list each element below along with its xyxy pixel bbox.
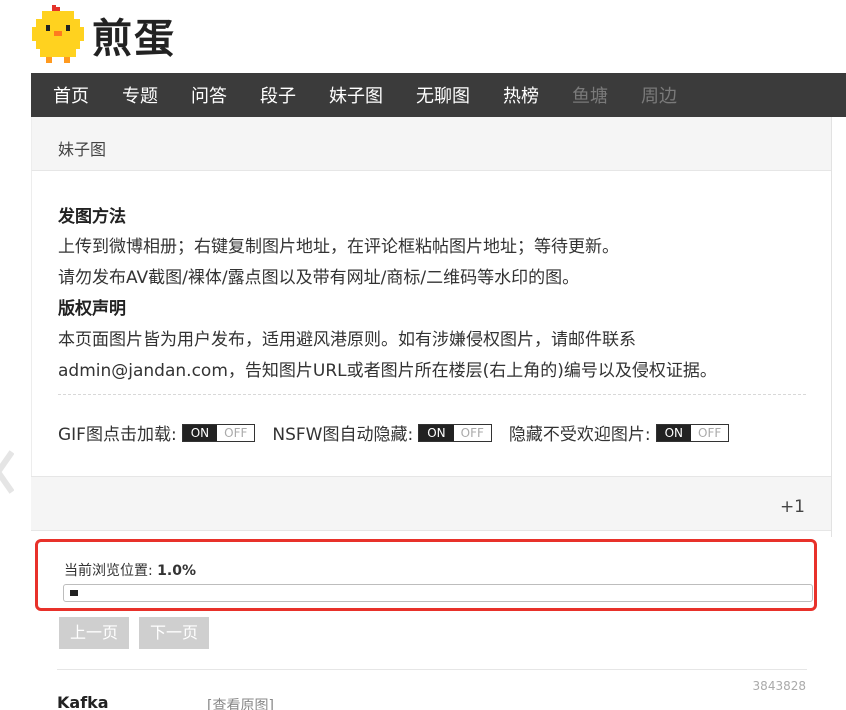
display-options: GIF图点击加载: ON OFF NSFW图自动隐藏: ON OFF 隐藏不受欢… (58, 420, 746, 445)
copyright-title: 版权声明 (58, 299, 126, 319)
main-nav: 首页 专题 问答 段子 妹子图 无聊图 热榜 鱼塘 周边 (31, 73, 846, 117)
post-divider (57, 669, 807, 670)
nsfw-toggle[interactable]: ON OFF (418, 423, 492, 442)
post-method-line2: 请勿发布AV截图/裸体/露点图以及带有网址/商标/二维码等水印的图。 (58, 268, 580, 288)
nav-item-topics[interactable]: 专题 (122, 82, 158, 108)
vote-strip: +1 (31, 476, 831, 531)
post-method-title: 发图方法 (58, 207, 126, 227)
reading-progress: 当前浏览位置: 1.0% (35, 539, 817, 611)
gif-toggle-on[interactable]: ON (182, 424, 218, 441)
breadcrumb: 妹子图 (31, 117, 831, 171)
nav-item-jokes[interactable]: 段子 (260, 82, 296, 108)
nsfw-toggle-on[interactable]: ON (419, 424, 454, 441)
nav-item-girls[interactable]: 妹子图 (329, 82, 383, 108)
progress-bar-fill (70, 590, 78, 596)
progress-value: 1.0% (157, 563, 196, 579)
copyright-line2: admin@jandan.com，告知图片URL或者图片所在楼层(右上角的)编号… (58, 361, 717, 381)
copyright-line1: 本页面图片皆为用户发布，适用避风港原则。如有涉嫌侵权图片，请邮件联系 (58, 330, 636, 350)
progress-label: 当前浏览位置: 1.0% (64, 560, 196, 580)
site-logo[interactable]: 煎蛋 (30, 4, 176, 66)
nav-item-qa[interactable]: 问答 (191, 82, 227, 108)
nsfw-toggle-off[interactable]: OFF (453, 424, 491, 441)
view-original-link[interactable]: [查看原图] (207, 695, 274, 710)
prev-page-button[interactable]: 上一页 (59, 617, 130, 649)
panel-divider (58, 394, 806, 395)
nav-item-home[interactable]: 首页 (53, 82, 89, 108)
nav-item-merch[interactable]: 周边 (641, 82, 677, 108)
nav-item-pond[interactable]: 鱼塘 (572, 82, 608, 108)
progress-bar[interactable] (63, 584, 813, 602)
post-method-line1: 上传到微博相册；右键复制图片地址，在评论框粘帖图片地址；等待更新。 (58, 237, 619, 257)
nav-item-top[interactable]: 热榜 (503, 82, 539, 108)
chick-icon (30, 5, 86, 65)
plus-one-button[interactable]: +1 (780, 497, 805, 517)
next-page-button[interactable]: 下一页 (139, 617, 210, 649)
logo-text: 煎蛋 (92, 16, 176, 62)
sidebar-divider (831, 117, 832, 537)
rules-panel: 发图方法 上传到微博相册；右键复制图片地址，在评论框粘帖图片地址；等待更新。 请… (31, 171, 831, 476)
progress-label-text: 当前浏览位置: (64, 563, 158, 579)
gif-toggle-off[interactable]: OFF (217, 424, 255, 441)
chevron-left-icon (0, 450, 14, 494)
post-id[interactable]: 3843828 (753, 679, 806, 693)
unpopular-option-label: 隐藏不受欢迎图片: (508, 425, 651, 445)
gif-toggle[interactable]: ON OFF (181, 423, 256, 442)
post-author: Kafka (57, 693, 109, 710)
nav-item-pics[interactable]: 无聊图 (416, 82, 470, 108)
gif-option-label: GIF图点击加载: (58, 425, 177, 445)
pager: 上一页 下一页 (59, 617, 219, 649)
unpopular-toggle-off[interactable]: OFF (691, 424, 729, 441)
unpopular-toggle-on[interactable]: ON (656, 424, 692, 441)
unpopular-toggle[interactable]: ON OFF (655, 423, 730, 442)
nsfw-option-label: NSFW图自动隐藏: (272, 425, 414, 445)
breadcrumb-label: 妹子图 (58, 140, 107, 159)
